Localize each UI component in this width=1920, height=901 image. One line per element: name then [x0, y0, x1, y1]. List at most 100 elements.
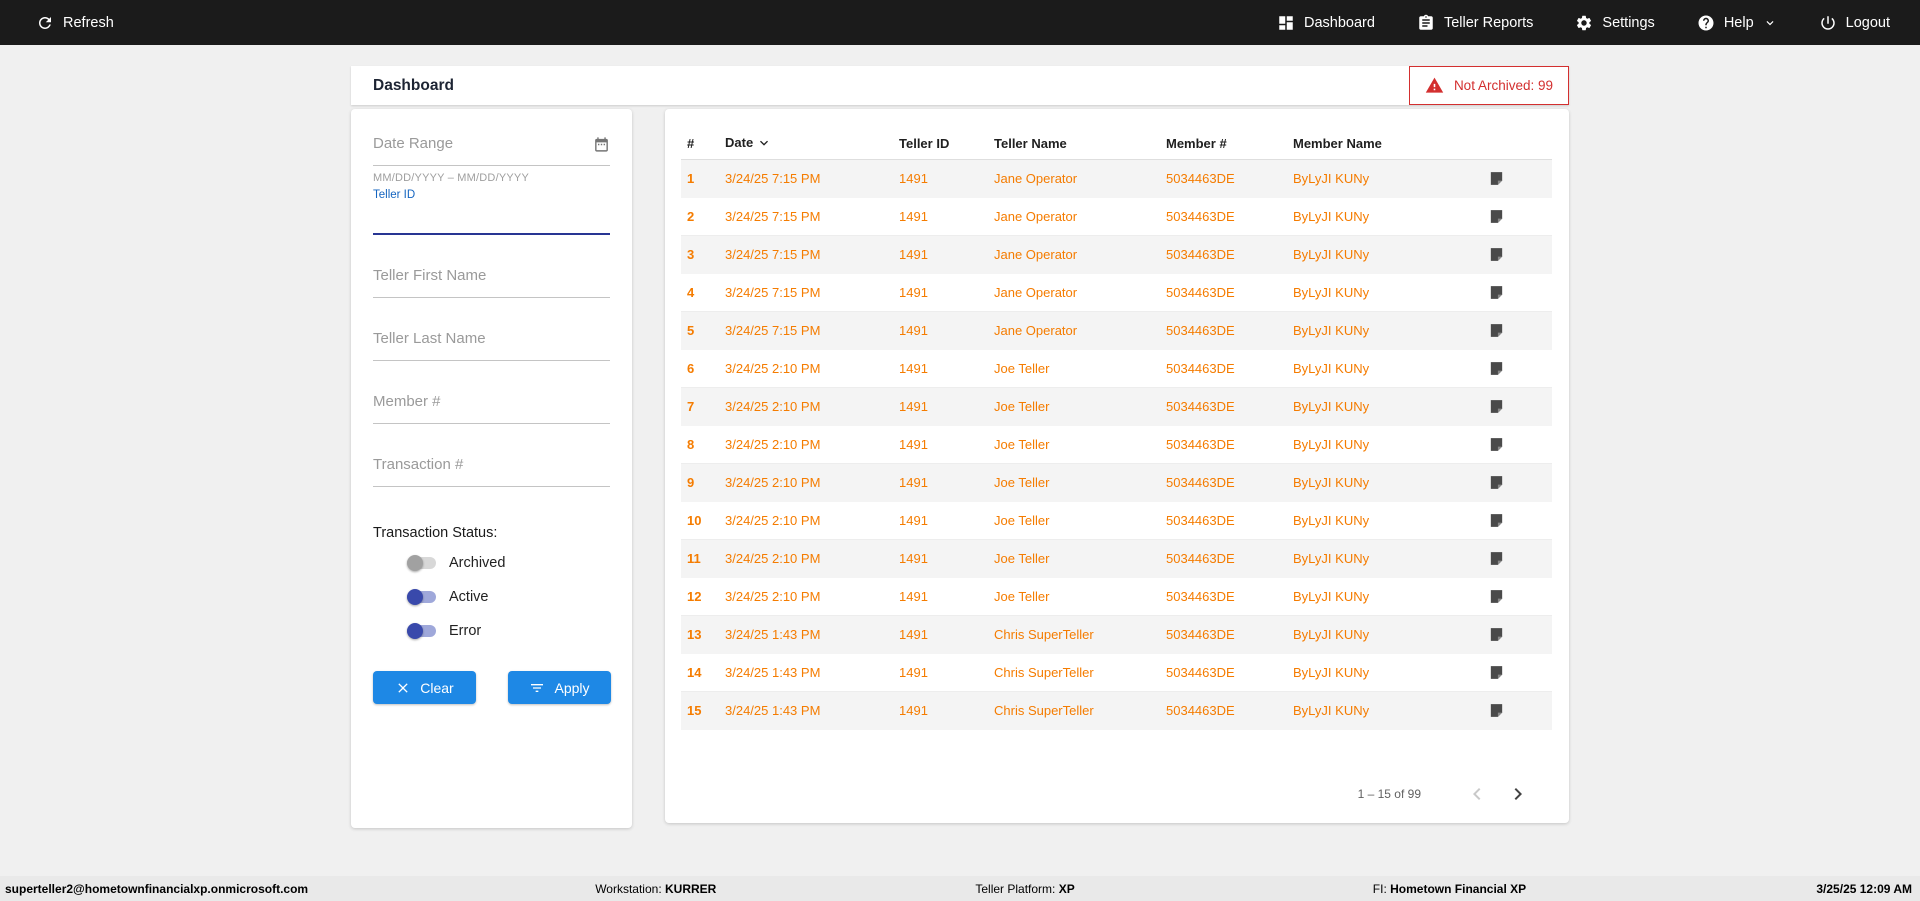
row-member-number: 5034463DE: [1166, 437, 1235, 452]
table-row[interactable]: 13 3/24/25 1:43 PM 1491 Chris SuperTeller 50…: [681, 616, 1552, 654]
note-icon[interactable]: [1488, 512, 1505, 529]
col-header-member-number: Member #: [1166, 135, 1227, 151]
row-member-name: ByLyJI KUNy: [1293, 361, 1370, 376]
row-member-number: 5034463DE: [1166, 551, 1235, 566]
row-number: 3: [687, 247, 695, 262]
row-note-cell: [1488, 246, 1552, 263]
calendar-icon[interactable]: [593, 136, 610, 153]
warning-icon: [1425, 77, 1444, 93]
note-icon[interactable]: [1488, 664, 1505, 681]
row-member-number: 5034463DE: [1166, 475, 1235, 490]
row-member-number: 5034463DE: [1166, 285, 1235, 300]
row-member-name: ByLyJI KUNy: [1293, 627, 1370, 642]
toggle-active[interactable]: Active: [373, 585, 610, 609]
note-icon[interactable]: [1488, 360, 1505, 377]
not-archived-badge[interactable]: Not Archived: 99: [1408, 66, 1569, 105]
note-icon[interactable]: [1488, 170, 1505, 187]
archived-toggle-label: Archived: [449, 555, 506, 571]
table-row[interactable]: 14 3/24/25 1:43 PM 1491 Chris SuperTeller 50…: [681, 654, 1552, 692]
toggle-archived[interactable]: Archived: [373, 551, 610, 575]
note-icon[interactable]: [1488, 436, 1505, 453]
row-member-name: ByLyJI KUNy: [1293, 437, 1370, 452]
error-toggle-switch[interactable]: [407, 623, 436, 639]
active-toggle-switch[interactable]: [407, 589, 436, 605]
row-member-number: 5034463DE: [1166, 323, 1235, 338]
member-number-input[interactable]: [373, 393, 610, 424]
refresh-button[interactable]: Refresh: [36, 14, 114, 32]
table-row[interactable]: 12 3/24/25 2:10 PM 1491 Joe Teller 5034463DE…: [681, 578, 1552, 616]
row-note-cell: [1488, 360, 1552, 377]
teller-last-name-input[interactable]: [373, 330, 610, 361]
next-page-icon[interactable]: [1506, 782, 1530, 806]
note-icon[interactable]: [1488, 246, 1505, 263]
refresh-icon: [39, 16, 51, 29]
transaction-number-input[interactable]: [373, 456, 610, 487]
teller-id-input[interactable]: [373, 201, 610, 235]
col-header-number: #: [687, 135, 695, 151]
table-row[interactable]: 8 3/24/25 2:10 PM 1491 Joe Teller 5034463DE B…: [681, 426, 1552, 464]
note-icon[interactable]: [1488, 550, 1505, 567]
fi-label: FI:: [1372, 881, 1387, 896]
note-icon[interactable]: [1488, 702, 1505, 719]
row-date: 3/24/25 2:10 PM: [725, 551, 821, 566]
row-note-cell: [1488, 208, 1552, 225]
row-teller-id: 1491: [899, 589, 928, 604]
col-header-date[interactable]: Date: [725, 135, 899, 151]
row-teller-name: Joe Teller: [994, 437, 1050, 452]
nav-teller-reports[interactable]: Teller Reports: [1417, 14, 1533, 32]
table-row[interactable]: 1 3/24/25 7:15 PM 1491 Jane Operator 5034463…: [681, 160, 1552, 198]
row-note-cell: [1488, 284, 1552, 301]
toggle-error[interactable]: Error: [373, 619, 610, 643]
clear-button[interactable]: Clear: [373, 671, 476, 704]
row-date: 3/24/25 2:10 PM: [725, 399, 821, 414]
note-icon[interactable]: [1488, 284, 1505, 301]
platform-value: XP: [1058, 881, 1075, 896]
row-member-name: ByLyJI KUNy: [1293, 665, 1370, 680]
row-teller-id: 1491: [899, 665, 928, 680]
teller-first-name-input[interactable]: [373, 267, 610, 298]
nav-help[interactable]: Help: [1697, 14, 1777, 32]
row-number: 11: [687, 551, 701, 566]
note-icon[interactable]: [1488, 588, 1505, 605]
date-range-input[interactable]: [373, 135, 610, 166]
row-member-name: ByLyJI KUNy: [1293, 285, 1370, 300]
note-icon[interactable]: [1488, 474, 1505, 491]
nav-dashboard[interactable]: Dashboard: [1277, 14, 1375, 32]
note-icon[interactable]: [1488, 398, 1505, 415]
table-row[interactable]: 7 3/24/25 2:10 PM 1491 Joe Teller 5034463DE B…: [681, 388, 1552, 426]
table-row[interactable]: 11 3/24/25 2:10 PM 1491 Joe Teller 5034463DE…: [681, 540, 1552, 578]
table-row[interactable]: 6 3/24/25 2:10 PM 1491 Joe Teller 5034463DE B…: [681, 350, 1552, 388]
row-teller-name: Jane Operator: [994, 209, 1078, 224]
table-row[interactable]: 15 3/24/25 1:43 PM 1491 Chris SuperTeller 50…: [681, 692, 1552, 730]
row-date: 3/24/25 2:10 PM: [725, 513, 821, 528]
platform-label: Teller Platform:: [975, 881, 1056, 896]
row-teller-id: 1491: [899, 399, 928, 414]
nav-settings[interactable]: Settings: [1575, 14, 1655, 32]
row-number: 12: [687, 589, 702, 604]
row-member-number: 5034463DE: [1166, 361, 1235, 376]
apply-button[interactable]: Apply: [508, 671, 611, 704]
table-row[interactable]: 2 3/24/25 7:15 PM 1491 Jane Operator 5034463…: [681, 198, 1552, 236]
table-row[interactable]: 5 3/24/25 7:15 PM 1491 Jane Operator 5034463…: [681, 312, 1552, 350]
workstation-label: Workstation:: [595, 881, 662, 896]
note-icon[interactable]: [1488, 208, 1505, 225]
active-toggle-label: Active: [449, 589, 489, 605]
row-note-cell: [1488, 322, 1552, 339]
row-date: 3/24/25 7:15 PM: [725, 171, 821, 186]
note-icon[interactable]: [1488, 626, 1505, 643]
table-row[interactable]: 3 3/24/25 7:15 PM 1491 Jane Operator 5034463…: [681, 236, 1552, 274]
table-row[interactable]: 4 3/24/25 7:15 PM 1491 Jane Operator 5034463…: [681, 274, 1552, 312]
row-member-name: ByLyJI KUNy: [1293, 513, 1370, 528]
row-member-number: 5034463DE: [1166, 627, 1235, 642]
row-date: 3/24/25 2:10 PM: [725, 475, 821, 490]
row-teller-name: Jane Operator: [994, 285, 1078, 300]
top-navbar: Refresh Dashboard Teller Reports Setting…: [0, 0, 1920, 45]
nav-logout[interactable]: Logout: [1819, 14, 1890, 32]
table-row[interactable]: 10 3/24/25 2:10 PM 1491 Joe Teller 5034463DE…: [681, 502, 1552, 540]
row-member-name: ByLyJI KUNy: [1293, 399, 1370, 414]
archived-toggle-switch[interactable]: [407, 555, 436, 571]
row-date: 3/24/25 1:43 PM: [725, 703, 821, 718]
table-row[interactable]: 9 3/24/25 2:10 PM 1491 Joe Teller 5034463DE B…: [681, 464, 1552, 502]
clear-button-label: Clear: [420, 679, 454, 696]
note-icon[interactable]: [1488, 322, 1505, 339]
